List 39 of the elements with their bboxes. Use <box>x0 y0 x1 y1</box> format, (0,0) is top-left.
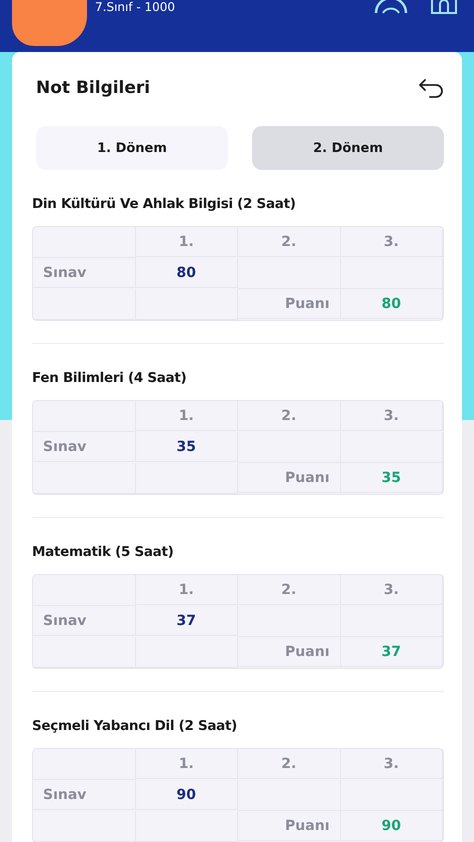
term-tab[interactable]: 2. Dönem <box>252 126 444 170</box>
back-icon[interactable] <box>418 78 444 98</box>
term-tab[interactable]: 1. Dönem <box>36 126 228 170</box>
door-icon[interactable] <box>430 0 458 14</box>
column-header: 3. <box>340 575 443 605</box>
course-title: Matematik (5 Saat) <box>32 544 175 560</box>
column-header: 2. <box>238 575 340 605</box>
course-title: Seçmeli Yabancı Dil (2 Saat) <box>32 718 238 734</box>
row-label: Sınav <box>33 780 136 810</box>
column-header: 2. <box>238 227 340 257</box>
score-value: 80 <box>340 289 443 319</box>
column-header: 1. <box>136 227 238 257</box>
exam-score: 80 <box>136 258 238 288</box>
headset-icon[interactable] <box>374 0 408 14</box>
column-header: 2. <box>238 401 340 431</box>
course-title: Fen Bilimleri (4 Saat) <box>32 370 188 386</box>
exam-score: 35 <box>136 432 238 462</box>
column-header: 3. <box>340 227 443 257</box>
score-value: 90 <box>340 811 443 841</box>
row-label: Sınav <box>33 606 136 636</box>
column-header: 1. <box>136 749 238 779</box>
score-label: Puanı <box>238 463 340 493</box>
score-label: Puanı <box>238 289 340 319</box>
row-label: Sınav <box>33 432 136 462</box>
row-label: Sınav <box>33 258 136 288</box>
score-label: Puanı <box>238 637 340 667</box>
score-label: Puanı <box>238 811 340 841</box>
column-header: 2. <box>238 749 340 779</box>
exam-score: 37 <box>136 606 238 636</box>
card-title: Not Bilgileri <box>36 78 150 98</box>
column-header: 3. <box>340 401 443 431</box>
exam-score: 90 <box>136 780 238 810</box>
column-header: 1. <box>136 575 238 605</box>
score-value: 35 <box>340 463 443 493</box>
course-title: Din Kültürü Ve Ahlak Bilgisi (2 Saat) <box>32 196 297 212</box>
class-subtitle: 7.Sınıf - 1000 <box>95 0 176 14</box>
column-header: 3. <box>340 749 443 779</box>
score-value: 37 <box>340 637 443 667</box>
column-header: 1. <box>136 401 238 431</box>
